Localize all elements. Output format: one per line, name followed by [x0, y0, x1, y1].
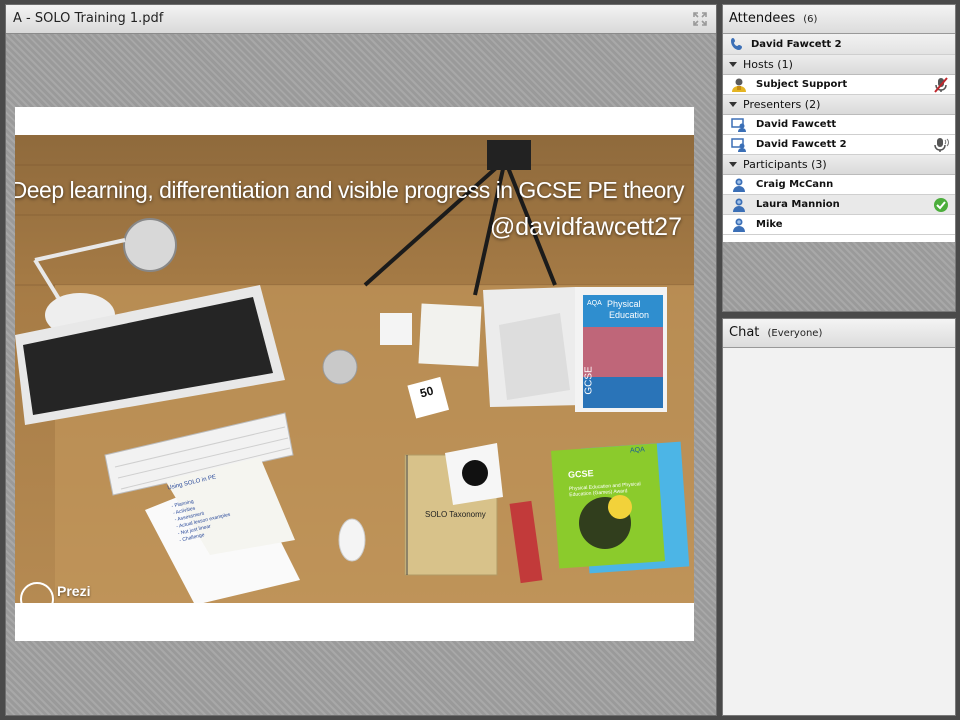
participant-icon — [731, 177, 747, 193]
book-top-spine-label: GCSE — [583, 366, 595, 395]
attendee-row[interactable]: David Fawcett — [723, 115, 955, 135]
presenter-icon — [731, 137, 747, 153]
attendees-empty-area — [723, 242, 955, 311]
collapse-triangle-icon[interactable] — [729, 102, 737, 107]
attendee-name: David Fawcett — [756, 119, 837, 130]
chat-message-area[interactable] — [723, 348, 955, 715]
attendees-pod: Attendees (6) David Fawcett 2 Hosts (1) … — [722, 4, 956, 312]
attendee-row[interactable]: Laura Mannion — [723, 195, 955, 215]
attendee-name: Subject Support — [756, 79, 848, 90]
presenter-icon — [731, 117, 747, 133]
slide-image: Deep learning, differentiation and visib… — [15, 135, 694, 603]
attendee-row[interactable]: Subject Support — [723, 75, 955, 95]
share-pod: A - SOLO Training 1.pdf Deep learning, d… — [5, 4, 717, 716]
chat-pod: Chat (Everyone) — [722, 318, 956, 716]
book-top-title-line2: Education — [609, 310, 650, 320]
document-slide: Deep learning, differentiation and visib… — [15, 107, 694, 641]
notebook-heading: SOLO Taxonomy — [425, 510, 486, 519]
current-user-row[interactable]: David Fawcett 2 — [723, 34, 955, 55]
microphone-muted-icon — [933, 77, 949, 93]
participant-icon — [731, 217, 747, 233]
share-pod-title: A - SOLO Training 1.pdf — [13, 11, 164, 26]
fullscreen-expand-icon[interactable] — [692, 11, 708, 27]
attendees-title: Attendees — [729, 11, 796, 26]
attendee-row[interactable]: David Fawcett 2 — [723, 135, 955, 155]
phone-icon — [730, 37, 746, 53]
book-bottom-label: GCSE — [567, 468, 594, 480]
group-label: Hosts (1) — [743, 58, 793, 71]
current-user-name: David Fawcett 2 — [751, 39, 842, 50]
share-stage: Deep learning, differentiation and visib… — [6, 34, 716, 715]
book-top-title-line1: Physical — [607, 299, 641, 309]
chat-title: Chat — [729, 325, 760, 340]
collapse-triangle-icon[interactable] — [729, 162, 737, 167]
participant-icon — [731, 197, 747, 213]
attendee-name: Craig McCann — [756, 179, 834, 190]
attendee-name: Laura Mannion — [756, 199, 840, 210]
share-pod-header: A - SOLO Training 1.pdf — [6, 5, 716, 34]
book-bottom-brand: AQA — [629, 446, 646, 455]
prezi-watermark: Prezi — [19, 583, 90, 599]
attendee-row[interactable]: Mike — [723, 215, 955, 235]
agree-check-icon — [933, 197, 949, 213]
attendee-name: Mike — [756, 219, 783, 230]
chat-scope[interactable]: (Everyone) — [768, 328, 823, 339]
slide-twitter-handle: @davidfawcett27 — [489, 213, 682, 241]
prezi-logo-text: Prezi — [57, 583, 91, 599]
host-icon — [731, 77, 747, 93]
group-presenters[interactable]: Presenters (2) — [723, 95, 955, 115]
group-label: Participants (3) — [743, 158, 827, 171]
group-hosts[interactable]: Hosts (1) — [723, 55, 955, 75]
book-top-brand: AQA — [587, 300, 602, 307]
collapse-triangle-icon[interactable] — [729, 62, 737, 67]
attendees-count: (6) — [803, 14, 818, 25]
attendee-name: David Fawcett 2 — [756, 139, 847, 150]
mouse — [338, 518, 366, 562]
attendees-pod-header: Attendees (6) — [723, 5, 955, 34]
group-participants[interactable]: Participants (3) — [723, 155, 955, 175]
chat-pod-header: Chat (Everyone) — [723, 319, 955, 348]
slide-title: Deep learning, differentiation and visib… — [15, 177, 685, 203]
group-label: Presenters (2) — [743, 98, 821, 111]
microphone-speaking-icon — [933, 137, 949, 153]
attendee-row[interactable]: Craig McCann — [723, 175, 955, 195]
